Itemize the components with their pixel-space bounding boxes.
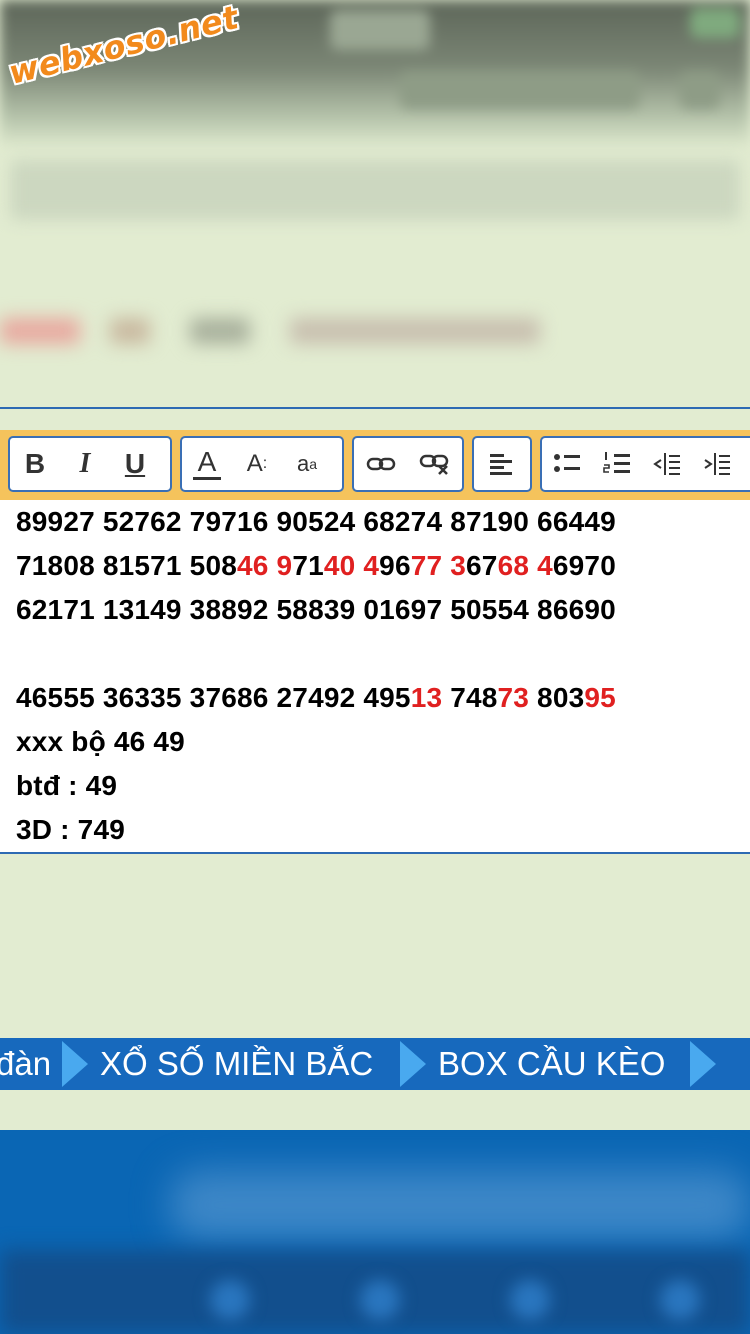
text-segment: 803 bbox=[529, 682, 585, 713]
nav-item-xo-so-mien-bac[interactable]: XỔ SỐ MIỀN BẮC bbox=[100, 1038, 373, 1090]
indent-icon bbox=[704, 453, 730, 475]
font-family-icon: a bbox=[296, 451, 310, 476]
text-segment: 46555 36335 37686 27492 495 bbox=[16, 682, 411, 713]
font-family-button[interactable]: aa bbox=[282, 438, 332, 490]
editor-line: btđ : 49 bbox=[16, 770, 117, 802]
align-group bbox=[472, 436, 532, 492]
outdent-icon bbox=[653, 453, 680, 475]
align-left-button[interactable] bbox=[474, 438, 530, 490]
highlighted-digits: 13 bbox=[410, 682, 443, 713]
text-segment: 3D : 749 bbox=[16, 814, 125, 845]
blurred-breadcrumb bbox=[10, 160, 740, 220]
link-icon bbox=[366, 457, 396, 471]
outdent-button[interactable] bbox=[642, 438, 692, 490]
font-size-icon: A bbox=[246, 450, 263, 477]
highlighted-digits: 40 bbox=[323, 550, 356, 581]
editor-line: 71808 81571 50846 97140 49677 36768 4697… bbox=[16, 550, 616, 582]
highlighted-digits: 46 bbox=[237, 550, 269, 581]
highlighted-digits: 3 bbox=[450, 550, 467, 581]
blurred-thread-title bbox=[0, 300, 560, 360]
blurred-footer bbox=[0, 1130, 750, 1334]
text-segment: 96 bbox=[379, 550, 411, 581]
editor-line: 3D : 749 bbox=[16, 814, 125, 846]
editor-line: 46555 36335 37686 27492 49513 74873 8039… bbox=[16, 682, 616, 714]
font-group: A A: aa bbox=[180, 436, 344, 492]
underline-button[interactable]: U bbox=[110, 438, 160, 490]
list-group bbox=[540, 436, 750, 492]
highlighted-digits: 77 bbox=[410, 550, 443, 581]
text-segment: 71 bbox=[292, 550, 324, 581]
text-segment: 89927 52762 79716 90524 68274 87190 6644… bbox=[16, 506, 616, 537]
editor-toolbar: B I U A A: aa bbox=[0, 430, 750, 500]
align-left-icon bbox=[490, 454, 512, 475]
text-segment: 67 bbox=[466, 550, 498, 581]
link-group bbox=[352, 436, 464, 492]
message-editor[interactable]: 89927 52762 79716 90524 68274 87190 6644… bbox=[0, 500, 750, 854]
bullet-list-button[interactable] bbox=[542, 438, 592, 490]
bullet-list-icon bbox=[554, 454, 580, 472]
highlighted-digits: 95 bbox=[584, 682, 616, 713]
chevron-right-icon bbox=[400, 1041, 426, 1087]
highlighted-digits: 4 bbox=[363, 550, 380, 581]
editor-line: 89927 52762 79716 90524 68274 87190 6644… bbox=[16, 506, 616, 538]
text-segment: 62171 13149 38892 58839 01697 50554 8669… bbox=[16, 594, 616, 625]
numbered-list-button[interactable] bbox=[592, 438, 642, 490]
text-segment: 6970 bbox=[552, 550, 616, 581]
nav-item-box-cau-keo[interactable]: BOX CẦU KÈO bbox=[438, 1038, 665, 1090]
highlighted-digits: 68 bbox=[497, 550, 530, 581]
text-segment: btđ : 49 bbox=[16, 770, 118, 801]
text-segment bbox=[269, 550, 277, 581]
font-color-button[interactable]: A bbox=[182, 438, 232, 490]
link-button[interactable] bbox=[354, 438, 408, 490]
category-nav: đàn XỔ SỐ MIỀN BẮC BOX CẦU KÈO bbox=[0, 1038, 750, 1090]
bold-button[interactable]: B bbox=[10, 438, 60, 490]
numbered-list-icon bbox=[603, 452, 630, 473]
highlighted-digits: 9 bbox=[276, 550, 293, 581]
italic-button[interactable]: I bbox=[60, 438, 110, 490]
font-color-icon: A bbox=[197, 445, 217, 477]
text-segment bbox=[529, 550, 537, 581]
divider bbox=[0, 407, 750, 409]
highlighted-digits: 73 bbox=[497, 682, 530, 713]
unlink-icon bbox=[419, 454, 449, 475]
text-style-group: B I U bbox=[8, 436, 172, 492]
color-underline bbox=[193, 476, 221, 480]
nav-item-partial[interactable]: đàn bbox=[0, 1038, 51, 1090]
blurred-header bbox=[0, 0, 750, 150]
indent-button[interactable] bbox=[692, 438, 742, 490]
text-segment: xxx bộ 46 49 bbox=[16, 726, 185, 757]
text-segment: 748 bbox=[442, 682, 498, 713]
editor-line: 62171 13149 38892 58839 01697 50554 8669… bbox=[16, 594, 616, 626]
font-size-button[interactable]: A: bbox=[232, 438, 282, 490]
chevron-right-icon bbox=[62, 1041, 88, 1087]
text-segment: 71808 81571 508 bbox=[16, 550, 237, 581]
unlink-button[interactable] bbox=[408, 438, 462, 490]
chevron-right-icon bbox=[690, 1041, 716, 1087]
highlighted-digits: 4 bbox=[537, 550, 553, 581]
editor-line: xxx bộ 46 49 bbox=[16, 726, 185, 758]
